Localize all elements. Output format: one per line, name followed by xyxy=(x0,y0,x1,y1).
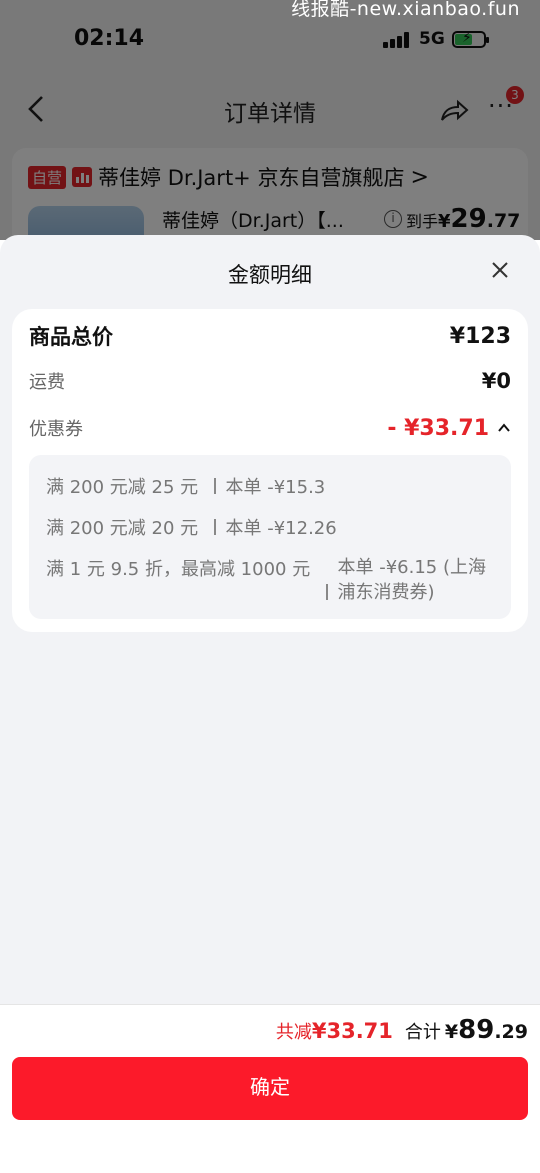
coupon-item: 满 1 元 9.5 折，最高减 1000 元 本单 -¥6.15 (上海浦东消费… xyxy=(46,555,491,605)
total-integer: 89 xyxy=(458,1015,495,1045)
coupon-condition: 满 1 元 9.5 折，最高减 1000 元 xyxy=(46,559,311,580)
divider xyxy=(214,478,216,494)
coupon-condition: 满 200 元减 20 元 xyxy=(46,518,199,539)
checkout-footer: 共减 ¥33.71 合计 ¥ 89 .29 确定 xyxy=(0,1004,540,1173)
amount-detail-card: 商品总价 ¥123 运费 ¥0 优惠券 - ¥33.71 满 200 元减 25… xyxy=(12,309,528,632)
chevron-up-icon[interactable] xyxy=(497,421,511,435)
coupon-row[interactable]: 优惠券 - ¥33.71 xyxy=(29,413,511,443)
coupon-item: 满 200 元减 20 元 本单 -¥12.26 xyxy=(46,514,491,540)
coupon-value-group[interactable]: - ¥33.71 xyxy=(387,416,511,441)
divider xyxy=(214,519,216,535)
total-decimal: .29 xyxy=(494,1021,528,1043)
total-label: 合计 xyxy=(404,1022,441,1043)
shipping-row: 运费 ¥0 xyxy=(29,367,511,395)
total-price-label: 商品总价 xyxy=(29,325,113,349)
coupon-discount-value: - ¥33.71 xyxy=(387,415,489,441)
summary-row: 共减 ¥33.71 合计 ¥ 89 .29 xyxy=(276,1015,528,1045)
shipping-value: ¥0 xyxy=(481,369,511,393)
discount-label: 共减 xyxy=(275,1022,312,1043)
total-price-row: 商品总价 ¥123 xyxy=(29,321,511,351)
sheet-title: 金额明细 xyxy=(228,263,312,287)
coupon-condition: 满 200 元减 25 元 xyxy=(46,477,199,498)
confirm-button[interactable]: 确定 xyxy=(12,1057,528,1120)
divider xyxy=(326,584,328,600)
shipping-label: 运费 xyxy=(29,372,65,393)
discount-value: ¥33.71 xyxy=(311,1019,393,1043)
total-price-value: ¥123 xyxy=(449,323,511,349)
close-icon[interactable] xyxy=(489,259,511,281)
modal-overlay[interactable] xyxy=(0,0,540,240)
watermark: 线报酷-new.xianbao.fun xyxy=(291,0,520,20)
coupon-amount: 本单 -¥15.3 xyxy=(225,477,326,498)
coupon-amount: 本单 -¥6.15 (上海浦东消费券) xyxy=(337,557,487,603)
coupon-amount: 本单 -¥12.26 xyxy=(225,518,337,539)
coupon-list: 满 200 元减 25 元 本单 -¥15.3 满 200 元减 20 元 本单… xyxy=(29,455,511,619)
total-currency: ¥ xyxy=(444,1021,459,1043)
coupon-item: 满 200 元减 25 元 本单 -¥15.3 xyxy=(46,473,491,499)
coupon-label: 优惠券 xyxy=(29,419,83,440)
